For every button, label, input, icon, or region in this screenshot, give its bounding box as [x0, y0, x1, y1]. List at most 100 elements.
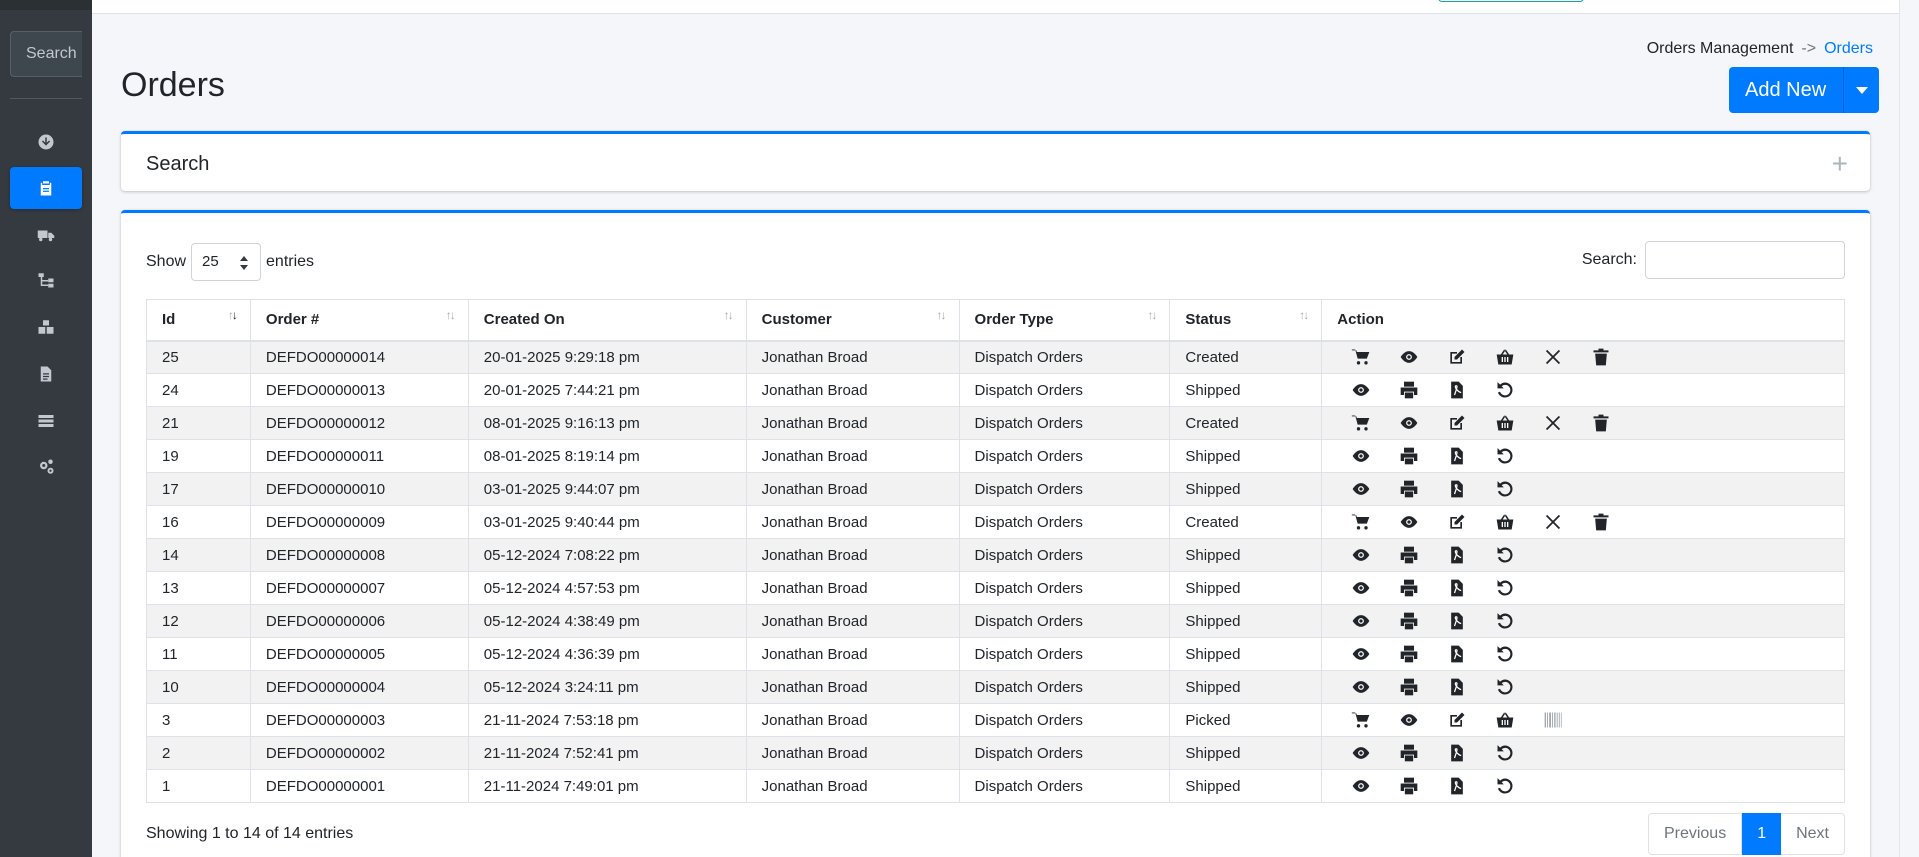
cart-action-button[interactable] [1337, 709, 1385, 731]
sort-arrows-icon[interactable]: ↑↓ [446, 308, 456, 322]
eye-action-button[interactable] [1337, 742, 1385, 764]
column-header-order[interactable]: Order # ↑↓ [249, 299, 469, 342]
undo-action-button[interactable] [1481, 643, 1529, 665]
basket-action-button[interactable] [1481, 709, 1529, 731]
column-header-customer[interactable]: Customer ↑↓ [745, 299, 960, 342]
eye-action-button[interactable] [1385, 511, 1433, 533]
sort-arrows-icon[interactable]: ↑↓ [724, 308, 734, 322]
sidebar-item-sitemap[interactable] [10, 259, 82, 301]
edit-action-button[interactable] [1433, 346, 1481, 368]
pdf-action-button[interactable] [1433, 379, 1481, 401]
undo-action-button[interactable] [1481, 676, 1529, 698]
sidebar-search-input[interactable]: Search [10, 31, 82, 77]
eye-action-button[interactable] [1385, 346, 1433, 368]
undo-action-button[interactable] [1481, 544, 1529, 566]
print-action-button[interactable] [1385, 544, 1433, 566]
pdf-action-button[interactable] [1433, 544, 1481, 566]
print-action-button[interactable] [1385, 577, 1433, 599]
cart-action-button[interactable] [1337, 412, 1385, 434]
expand-plus-icon[interactable]: + [1832, 148, 1848, 180]
add-new-dropdown-toggle[interactable] [1844, 67, 1880, 113]
page-scrollbar[interactable] [1899, 0, 1919, 857]
basket-action-button[interactable] [1481, 412, 1529, 434]
print-action-button[interactable] [1385, 379, 1433, 401]
column-header-id[interactable]: Id ↑↓ [146, 299, 251, 342]
eye-action-button[interactable] [1385, 709, 1433, 731]
close-action-button[interactable] [1529, 412, 1577, 434]
cart-action-button[interactable] [1337, 346, 1385, 368]
basket-action-button[interactable] [1481, 346, 1529, 368]
sidebar-item-truck[interactable] [10, 214, 82, 256]
eye-action-button[interactable] [1337, 478, 1385, 500]
sort-arrows-icon[interactable]: ↑↓ [1147, 308, 1157, 322]
pdf-action-button[interactable] [1433, 742, 1481, 764]
edit-action-button[interactable] [1433, 412, 1481, 434]
sidebar-item-download-circle[interactable] [10, 121, 82, 163]
cell-id: 13 [146, 571, 251, 605]
entries-select[interactable]: 25 [191, 243, 262, 281]
sort-arrows-icon[interactable]: ↑↓ [228, 308, 238, 322]
eye-action-button[interactable] [1337, 775, 1385, 797]
close-action-button[interactable] [1529, 511, 1577, 533]
pagination-next[interactable]: Next [1781, 813, 1845, 855]
eye-action-button[interactable] [1337, 445, 1385, 467]
pdf-action-button[interactable] [1433, 445, 1481, 467]
sidebar-item-file[interactable] [10, 353, 82, 395]
column-header-label: Status [1185, 311, 1232, 329]
undo-action-button[interactable] [1481, 775, 1529, 797]
pdf-action-button[interactable] [1433, 775, 1481, 797]
sort-arrows-icon[interactable]: ↑↓ [937, 308, 947, 322]
trash-action-button[interactable] [1577, 346, 1625, 368]
sidebar-item-boxes[interactable] [10, 306, 82, 348]
basket-action-button[interactable] [1481, 511, 1529, 533]
breadcrumb-parent[interactable]: Orders Management [1647, 40, 1794, 57]
eye-action-button[interactable] [1337, 610, 1385, 632]
trash-action-button[interactable] [1577, 412, 1625, 434]
sidebar-item-cogs[interactable] [10, 446, 82, 488]
barcode-action-button[interactable] [1529, 709, 1577, 731]
print-action-button[interactable] [1385, 775, 1433, 797]
cart-action-button[interactable] [1337, 511, 1385, 533]
pdf-action-button[interactable] [1433, 676, 1481, 698]
undo-action-button[interactable] [1481, 478, 1529, 500]
edit-action-button[interactable] [1433, 709, 1481, 731]
undo-action-button[interactable] [1481, 610, 1529, 632]
pdf-action-button[interactable] [1433, 643, 1481, 665]
navbar-button[interactable] [1438, 0, 1584, 2]
column-header-created-on[interactable]: Created On ↑↓ [467, 299, 747, 342]
print-action-button[interactable] [1385, 742, 1433, 764]
cell-status: Shipped [1169, 373, 1323, 407]
column-header-status[interactable]: Status ↑↓ [1169, 299, 1323, 342]
undo-action-button[interactable] [1481, 379, 1529, 401]
action-buttons [1322, 445, 1844, 467]
print-action-button[interactable] [1385, 676, 1433, 698]
pdf-action-button[interactable] [1433, 577, 1481, 599]
print-action-button[interactable] [1385, 610, 1433, 632]
trash-action-button[interactable] [1577, 511, 1625, 533]
sidebar-item-layers[interactable] [10, 400, 82, 442]
search-card[interactable]: Search + [121, 131, 1870, 191]
undo-action-button[interactable] [1481, 577, 1529, 599]
undo-action-button[interactable] [1481, 742, 1529, 764]
pagination-previous[interactable]: Previous [1647, 813, 1743, 855]
edit-action-button[interactable] [1433, 511, 1481, 533]
close-action-button[interactable] [1529, 346, 1577, 368]
eye-action-button[interactable] [1337, 577, 1385, 599]
add-new-button[interactable]: Add New [1729, 67, 1845, 113]
print-action-button[interactable] [1385, 478, 1433, 500]
eye-action-button[interactable] [1337, 379, 1385, 401]
table-search-input[interactable] [1645, 241, 1845, 279]
eye-action-button[interactable] [1337, 676, 1385, 698]
print-action-button[interactable] [1385, 643, 1433, 665]
eye-action-button[interactable] [1337, 643, 1385, 665]
pdf-action-button[interactable] [1433, 478, 1481, 500]
undo-action-button[interactable] [1481, 445, 1529, 467]
eye-action-button[interactable] [1385, 412, 1433, 434]
sidebar-item-clipboard[interactable] [10, 167, 82, 209]
eye-action-button[interactable] [1337, 544, 1385, 566]
pdf-action-button[interactable] [1433, 610, 1481, 632]
column-header-order-type[interactable]: Order Type ↑↓ [958, 299, 1171, 342]
print-action-button[interactable] [1385, 445, 1433, 467]
sort-arrows-icon[interactable]: ↑↓ [1299, 308, 1309, 322]
pagination-page-1[interactable]: 1 [1742, 813, 1782, 855]
